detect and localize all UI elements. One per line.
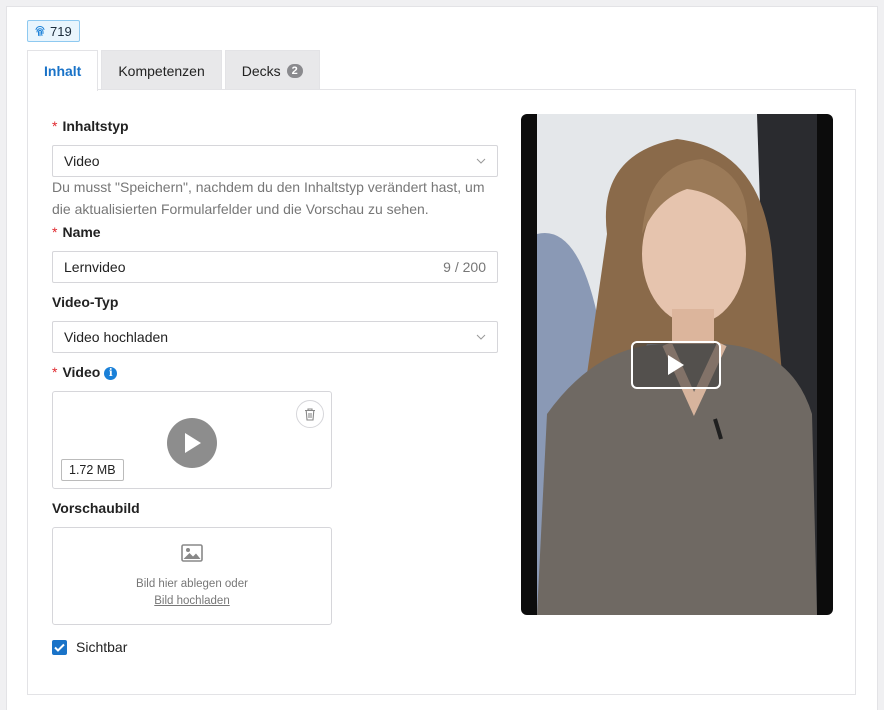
chevron-down-icon [476,334,486,340]
drop-hint: Bild hier ablegen oder [136,578,248,590]
thumbnail-label: Vorschaubild [52,500,140,516]
preview-play-button[interactable] [631,341,721,389]
video-type-value: Video hochladen [64,329,169,345]
name-label: * Name [52,224,101,240]
tab-inhalt[interactable]: Inhalt [27,50,99,91]
name-char-counter: 9 / 200 [443,259,486,275]
upload-image-link[interactable]: Bild hochladen [154,595,229,607]
delete-video-button[interactable] [296,400,324,428]
content-type-value: Video [64,153,100,169]
visible-toggle-row[interactable]: Sichtbar [52,639,127,655]
checkmark-icon [54,643,65,652]
content-type-label-text: Inhaltstyp [62,118,129,134]
id-badge: 719 [27,20,80,42]
tab-decks-label: Decks [241,62,281,79]
thumbnail-label-text: Vorschaubild [52,500,140,516]
tab-decks[interactable]: Decks 2 [224,50,320,90]
visible-checkbox[interactable] [52,639,67,655]
tab-kompetenzen[interactable]: Kompetenzen [101,50,222,90]
video-preview[interactable] [521,114,833,615]
content-type-select[interactable]: Video [52,145,498,177]
trash-icon [305,407,315,421]
content-panel: * Inhaltstyp Video Du musst "Speichern", … [27,89,856,695]
required-marker: * [52,118,58,134]
id-value: 719 [50,23,72,39]
chevron-down-icon [476,158,486,164]
video-label: * Video i [52,364,118,380]
tab-inhalt-label: Inhalt [44,63,82,79]
video-type-label-text: Video-Typ [52,294,119,310]
play-icon[interactable] [167,418,217,468]
name-label-text: Name [62,224,101,240]
video-type-select[interactable]: Video hochladen [52,321,498,353]
upload-image-link-wrap: Bild hochladen [53,595,331,607]
video-label-text: Video [62,364,101,380]
content-type-label: * Inhaltstyp [52,118,129,134]
tab-bar: Inhalt Kompetenzen Decks 2 [27,50,320,91]
content-type-hint: Du musst "Speichern", nachdem du den Inh… [52,179,485,217]
decks-count-badge: 2 [286,63,303,78]
name-value: Lernvideo [64,259,126,275]
visible-label: Sichtbar [76,639,128,655]
thumbnail-dropzone[interactable]: Bild hier ablegen oder Bild hochladen [52,527,332,625]
video-type-label: Video-Typ [52,294,118,310]
play-icon [668,355,684,375]
info-icon[interactable]: i [104,367,118,380]
file-size-tag: 1.72 MB [61,459,124,481]
fingerprint-icon [35,25,45,37]
video-upload-box[interactable]: 1.72 MB [52,391,332,489]
image-icon [181,544,203,562]
tab-kompetenzen-label: Kompetenzen [118,62,205,79]
required-marker: * [52,224,58,240]
name-input[interactable]: Lernvideo 9 / 200 [52,251,498,283]
required-marker: * [52,364,58,380]
